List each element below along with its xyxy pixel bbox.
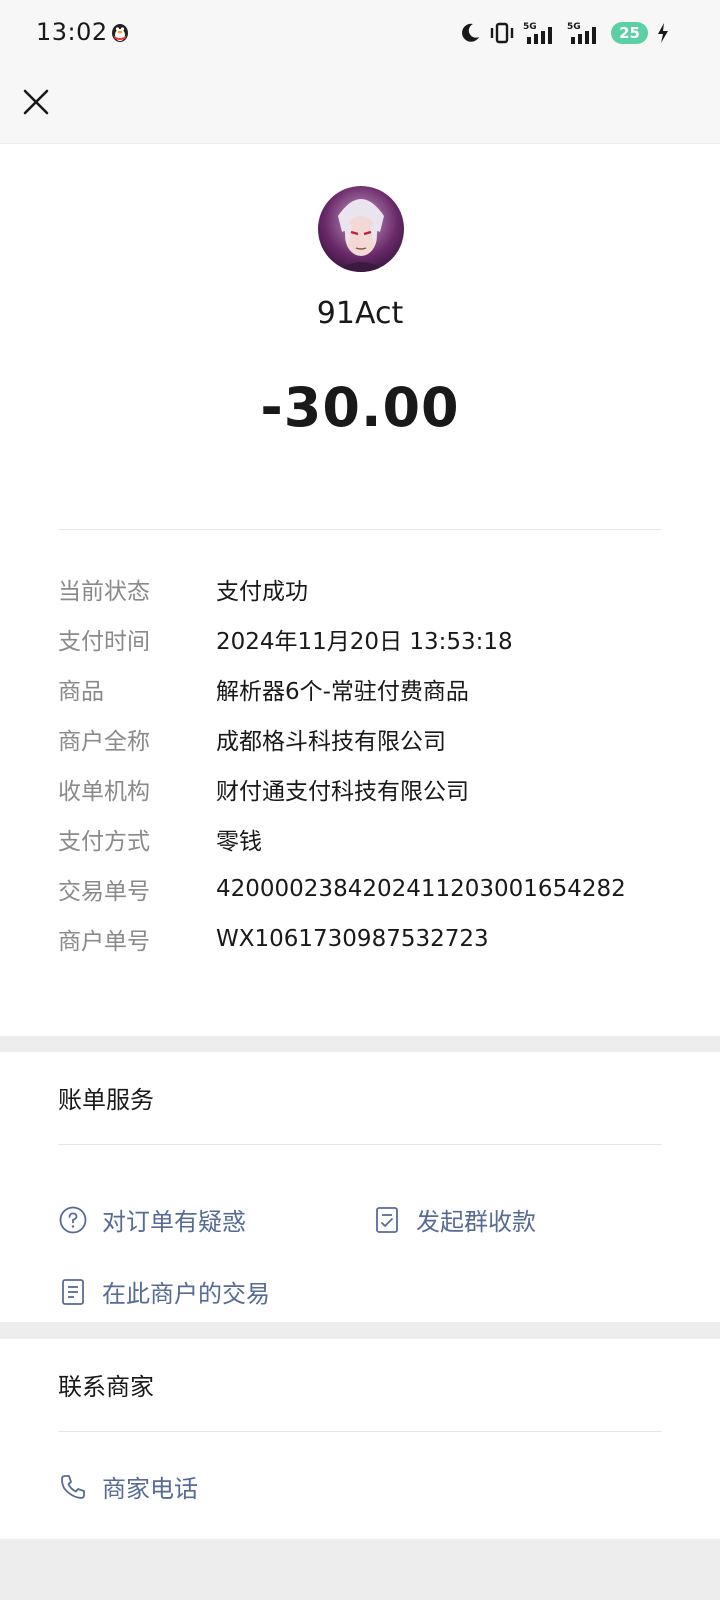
detail-row-goods: 商品 解析器6个-常驻付费商品: [58, 664, 678, 714]
detail-label: 商户全称: [58, 729, 150, 755]
detail-label: 交易单号: [58, 879, 150, 905]
detail-label: 支付方式: [58, 829, 150, 855]
detail-label: 收单机构: [58, 779, 150, 805]
detail-label: 商品: [58, 679, 104, 705]
bill-services-card: 账单服务 对订单有疑惑 发起群收款 在此商户的交易: [0, 1052, 720, 1322]
detail-row-acquirer: 收单机构 财付通支付科技有限公司: [58, 764, 678, 814]
divider: [58, 529, 662, 530]
status-time: 13:02: [36, 18, 108, 46]
question-circle-icon: [59, 1206, 87, 1233]
divider: [58, 1144, 662, 1145]
detail-list: 当前状态 支付成功 支付时间 2024年11月20日 13:53:18 商品 解…: [58, 564, 678, 964]
detail-row-merchant-order-id: 商户单号 WX1061730987532723: [58, 914, 678, 964]
svg-text:5G: 5G: [523, 22, 537, 32]
merchant-transactions-button[interactable]: 在此商户的交易: [58, 1274, 270, 1309]
checklist-icon: [376, 1206, 398, 1233]
section-title: 联系商家: [58, 1373, 154, 1401]
detail-value[interactable]: 4200002384202411203001654282: [216, 876, 626, 902]
merchant-phone-button[interactable]: 商家电话: [58, 1469, 198, 1504]
detail-label: 商户单号: [58, 929, 150, 955]
order-question-label: 对订单有疑惑: [102, 1208, 246, 1236]
detail-row-time: 支付时间 2024年11月20日 13:53:18: [58, 614, 678, 664]
divider: [58, 1431, 662, 1432]
detail-value: 支付成功: [216, 579, 308, 605]
detail-value: 2024年11月20日 13:53:18: [216, 629, 513, 655]
moon-icon: [462, 23, 480, 42]
group-collection-label: 发起群收款: [416, 1208, 536, 1236]
detail-row-status: 当前状态 支付成功: [58, 564, 678, 614]
detail-label: 当前状态: [58, 579, 150, 605]
bill-summary-card: 91Act -30.00 当前状态 支付成功 支付时间 2024年11月20日 …: [0, 144, 720, 1036]
status-icons: 5G 5G 25: [459, 18, 670, 48]
phone-icon: [61, 1474, 85, 1499]
detail-row-merchant-fullname: 商户全称 成都格斗科技有限公司: [58, 714, 678, 764]
svg-text:5G: 5G: [567, 22, 581, 32]
detail-value: 财付通支付科技有限公司: [216, 779, 469, 805]
detail-value: 解析器6个-常驻付费商品: [216, 679, 469, 705]
order-question-button[interactable]: 对订单有疑惑: [58, 1202, 246, 1237]
payment-amount: -30.00: [260, 376, 460, 439]
document-icon: [62, 1278, 84, 1305]
contact-merchant-card: 联系商家 商家电话: [0, 1339, 720, 1539]
bill-detail-page: 13:02 5G 5G 25 91Act -30.00 当前状态 支付成功 支付…: [0, 0, 720, 1600]
charging-icon: [658, 23, 668, 43]
signal-5g-icon: 5G: [567, 22, 597, 44]
vibrate-icon: [490, 22, 514, 44]
detail-row-transaction-id: 交易单号 4200002384202411203001654282: [58, 864, 678, 914]
group-collection-button[interactable]: 发起群收款: [372, 1202, 536, 1237]
detail-row-payment-method: 支付方式 零钱: [58, 814, 678, 864]
signal-5g-icon: 5G: [523, 22, 553, 44]
merchant-avatar: [318, 186, 404, 272]
detail-label: 支付时间: [58, 629, 150, 655]
merchant-phone-label: 商家电话: [102, 1475, 198, 1503]
merchant-transactions-label: 在此商户的交易: [102, 1280, 270, 1308]
top-header: [0, 66, 720, 144]
qq-penguin-icon: [112, 24, 128, 42]
section-title: 账单服务: [58, 1086, 154, 1114]
detail-value: 零钱: [216, 829, 262, 855]
battery-level: 25: [611, 22, 648, 44]
detail-value: 成都格斗科技有限公司: [216, 729, 446, 755]
merchant-name: 91Act: [316, 296, 404, 331]
close-icon[interactable]: [20, 86, 52, 118]
detail-value[interactable]: WX1061730987532723: [216, 926, 489, 952]
status-bar: 13:02 5G 5G 25: [0, 0, 720, 66]
